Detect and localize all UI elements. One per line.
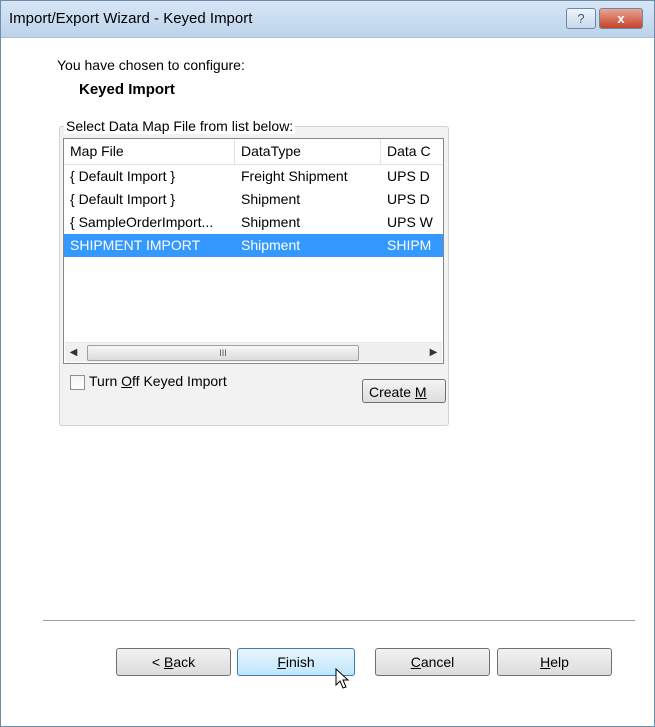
help-button[interactable]: Help — [497, 648, 612, 676]
cell-map-file: { SampleOrderImport... — [70, 214, 214, 230]
mouse-pointer-icon — [335, 668, 350, 689]
back-button[interactable]: < Back — [116, 648, 231, 676]
finish-mnemonic: F — [277, 654, 286, 670]
window-title: Import/Export Wizard - Keyed Import — [9, 10, 253, 27]
cell-data-c: UPS D — [387, 168, 430, 184]
label-prefix: Turn — [89, 373, 122, 389]
cell-map-file: { Default Import } — [70, 168, 176, 184]
cell-datatype: Shipment — [241, 237, 301, 253]
intro-text: You have chosen to configure: — [57, 57, 245, 73]
scroll-right-icon[interactable]: ▶ — [425, 343, 442, 362]
list-row[interactable]: { Default Import } Freight Shipment UPS … — [64, 165, 443, 188]
help-mnemonic: H — [540, 654, 551, 670]
cell-map-file: { Default Import } — [70, 191, 176, 207]
create-mnemonic: M — [414, 384, 427, 400]
cell-datatype: Freight Shipment — [241, 168, 348, 184]
horizontal-scrollbar[interactable]: ◀ III ▶ — [65, 342, 442, 362]
back-mnemonic: B — [163, 654, 174, 670]
map-file-list[interactable]: Map File DataType Data C { Default Impor… — [63, 138, 444, 364]
label-mnemonic: O — [121, 373, 133, 389]
list-row-selected[interactable]: SHIPMENT IMPORT Shipment SHIPM — [64, 234, 443, 257]
list-header: Map File DataType Data C — [64, 139, 443, 165]
column-header-map-file[interactable]: Map File — [64, 139, 235, 164]
configured-item: Keyed Import — [79, 81, 175, 98]
title-bar[interactable]: Import/Export Wizard - Keyed Import ? x — [1, 1, 654, 38]
cancel-suffix: ancel — [420, 654, 455, 670]
title-help-button[interactable]: ? — [566, 8, 596, 29]
cell-data-c: UPS D — [387, 191, 430, 207]
cancel-mnemonic: C — [410, 654, 421, 670]
list-row[interactable]: { SampleOrderImport... Shipment UPS W — [64, 211, 443, 234]
title-close-button[interactable]: x — [599, 8, 643, 29]
column-header-data-c[interactable]: Data C — [381, 139, 443, 164]
close-icon: x — [617, 11, 625, 26]
create-label: Create — [369, 384, 415, 400]
turn-off-keyed-import-checkbox[interactable] — [70, 375, 85, 390]
grip-icon: III — [219, 348, 227, 358]
list-row[interactable]: { Default Import } Shipment UPS D — [64, 188, 443, 211]
cell-datatype: Shipment — [241, 214, 301, 230]
footer-separator — [43, 620, 635, 622]
scroll-thumb[interactable]: III — [87, 345, 359, 361]
finish-suffix: inish — [285, 654, 315, 670]
cell-data-c: SHIPM — [387, 237, 432, 253]
create-map-button[interactable]: Create M — [362, 379, 446, 403]
wizard-window: Import/Export Wizard - Keyed Import ? x … — [0, 0, 655, 727]
cancel-button[interactable]: Cancel — [375, 648, 490, 676]
label-suffix: ff Keyed Import — [132, 373, 227, 389]
back-suffix: ack — [173, 654, 196, 670]
question-mark-icon: ? — [577, 11, 585, 26]
scroll-left-icon[interactable]: ◀ — [65, 343, 82, 362]
cell-data-c: UPS W — [387, 214, 433, 230]
back-prefix: < — [151, 654, 164, 670]
cell-map-file: SHIPMENT IMPORT — [70, 237, 201, 253]
turn-off-keyed-import-label[interactable]: Turn Off Keyed Import — [89, 373, 227, 389]
group-legend: Select Data Map File from list below: — [64, 118, 296, 134]
help-suffix: elp — [550, 654, 569, 670]
cell-datatype: Shipment — [241, 191, 301, 207]
column-header-datatype[interactable]: DataType — [235, 139, 381, 164]
